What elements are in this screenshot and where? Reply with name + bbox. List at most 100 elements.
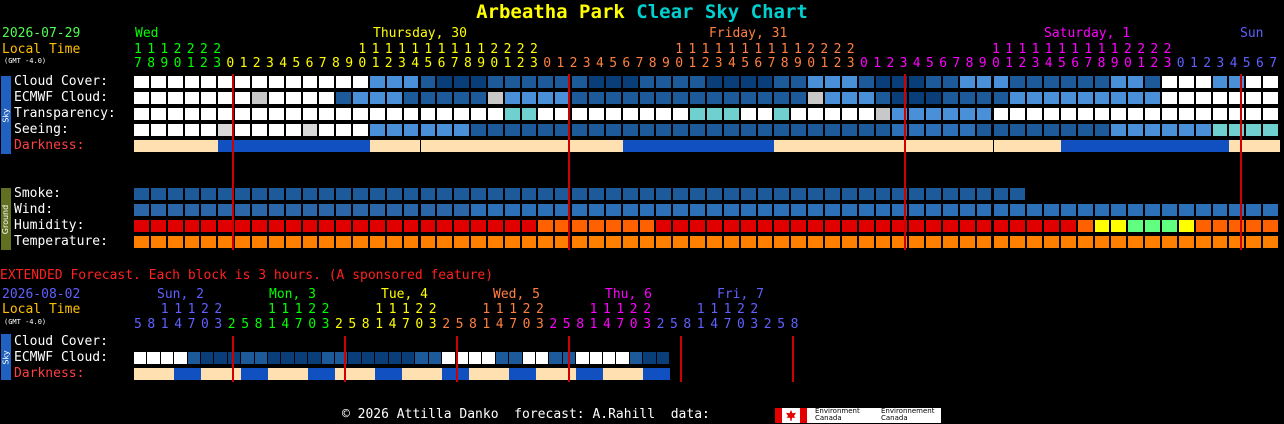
grid-cell [791, 236, 807, 248]
grid-cell [993, 188, 1009, 200]
ext-hour-digit: 4 [174, 317, 183, 332]
day-label-sun: Sun [1240, 26, 1264, 41]
ext-hour-digit-tens: 2 [428, 302, 437, 317]
grid-cell [707, 220, 722, 232]
grid-cell [302, 140, 320, 152]
grid-cell [336, 124, 352, 136]
grid-cell [1010, 140, 1028, 152]
grid-cell [909, 188, 925, 200]
hour-digit-tens: 1 [358, 42, 367, 57]
grid-cell [926, 140, 943, 152]
hour-digit: 1 [556, 56, 565, 71]
grid-cell [1077, 236, 1093, 248]
grid-cell [201, 108, 217, 120]
grid-cell [603, 368, 617, 380]
environment-canada-logo[interactable]: Environment Canada Environnement Canada [775, 408, 941, 423]
grid-cell [134, 220, 149, 232]
ext-hour-digit: 2 [656, 317, 665, 332]
grid-cell [1212, 92, 1228, 104]
grid-cell [1145, 204, 1161, 216]
grid-cell [336, 204, 352, 216]
hour-digit: 9 [1110, 56, 1119, 71]
hour-digit: 4 [1044, 56, 1053, 71]
grid-cell [504, 124, 520, 136]
grid-cell [1178, 140, 1196, 152]
grid-cell [268, 352, 281, 364]
grid-cell [403, 236, 419, 248]
grid-cell [740, 204, 756, 216]
grid-cell [740, 92, 756, 104]
grid-cell [184, 220, 200, 232]
ext-hour-digit-tens: 2 [643, 302, 652, 317]
grid-cell [1178, 124, 1194, 136]
grid-cell [757, 204, 773, 216]
grid-cell [218, 124, 234, 136]
grid-cell [824, 140, 842, 152]
ext-hour-digit: 2 [335, 317, 343, 332]
hour-digit: 5 [926, 56, 934, 71]
grid-cell [268, 368, 282, 380]
hour-digit-tens: 2 [503, 42, 512, 57]
grid-cell [402, 368, 416, 380]
grid-cell [201, 220, 217, 232]
grid-cell [235, 108, 250, 120]
grid-cell [1229, 236, 1245, 248]
grid-cell [184, 76, 200, 88]
grid-cell [1010, 92, 1026, 104]
grid-cell [1212, 204, 1228, 216]
grid-cell [521, 108, 537, 120]
grid-cell [875, 204, 891, 216]
grid-cell [976, 92, 992, 104]
grid-cell [707, 188, 722, 200]
grid-cell [1094, 92, 1110, 104]
hour-digit-tens: 1 [450, 42, 459, 57]
hour-digit: 2 [384, 56, 393, 71]
grid-cell [841, 124, 857, 136]
grid-cell [437, 236, 453, 248]
grid-cell [656, 236, 672, 248]
hour-digit-tens: 1 [160, 42, 169, 57]
grid-cell [589, 124, 604, 136]
hour-digit: 0 [860, 56, 868, 71]
grid-cell [1162, 92, 1177, 104]
ext-midnight-line [232, 336, 234, 382]
grid-cell [369, 124, 385, 136]
grid-cell [841, 76, 857, 88]
ext-hour-digit-tens: 2 [522, 302, 531, 317]
hour-digit: 9 [477, 56, 486, 71]
grid-cell [841, 92, 857, 104]
grid-cell [1246, 76, 1262, 88]
grid-cell [1094, 140, 1112, 152]
hour-digit: 0 [543, 56, 552, 71]
hour-digit-tens: 1 [1071, 42, 1080, 57]
grid-cell [1044, 76, 1059, 88]
grid-cell [858, 236, 874, 248]
grid-cell [1060, 76, 1076, 88]
logo-text-fr: Environnement Canada [881, 407, 935, 422]
grid-cell [858, 108, 874, 120]
grid-cell [420, 188, 436, 200]
grid-cell [321, 368, 335, 380]
grid-cell [167, 124, 183, 136]
grid-cell [774, 140, 792, 152]
grid-cell [227, 368, 242, 380]
grid-cell [909, 220, 925, 232]
grid-cell [656, 188, 672, 200]
grid-cell [673, 140, 691, 152]
grid-cell [348, 352, 361, 364]
grid-cell [808, 188, 823, 200]
grid-cell [538, 76, 554, 88]
ext-hour-digit-tens: 1 [281, 302, 290, 317]
grid-cell [707, 204, 722, 216]
grid-cell [308, 352, 321, 364]
grid-cell [487, 140, 505, 152]
grid-cell [187, 352, 200, 364]
grid-cell [302, 124, 318, 136]
grid-cell [808, 124, 823, 136]
hour-digit-tens: 2 [833, 42, 842, 57]
hour-digit-tens: 1 [741, 42, 750, 57]
midnight-line [568, 74, 570, 250]
hour-digit: 7 [318, 56, 327, 71]
grid-cell [201, 236, 217, 248]
grid-cell [538, 108, 554, 120]
